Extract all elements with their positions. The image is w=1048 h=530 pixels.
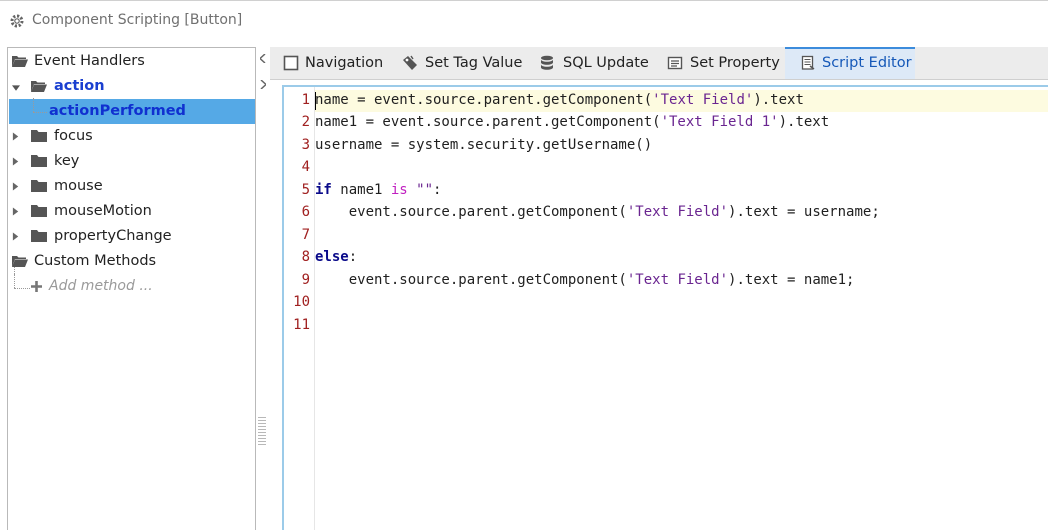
chevron-right-icon[interactable] [12,207,20,216]
tree-item-custom-methods[interactable]: Custom Methods [8,249,255,274]
chevron-down-icon[interactable] [12,84,20,93]
code-line[interactable]: if name1 is "": [315,182,441,198]
folder-icon [31,205,47,217]
line-number: 5 [301,182,310,198]
code-line[interactable]: name = event.source.parent.getComponent(… [315,92,804,108]
tab-set-tag-value[interactable]: Set Tag Value [392,47,522,79]
chevron-left-icon[interactable] [260,54,266,63]
tag-icon [403,55,417,70]
tab-script-editor[interactable]: Script Editor [785,47,915,79]
chevron-right-icon[interactable] [12,232,20,241]
chevron-right-icon[interactable] [12,182,20,191]
plus-icon [31,281,42,292]
line-number: 2 [301,114,310,130]
chevron-right-icon[interactable] [12,132,20,141]
tree-item-action[interactable]: action [8,74,255,99]
tree-item-mouse[interactable]: mouse [8,174,255,199]
script-icon [801,55,815,70]
action-tab-bar: Navigation Set Tag Value SQL Update Set … [270,47,1048,80]
splitter-collapse-buttons[interactable] [257,52,269,92]
tree-item-property-change[interactable]: propertyChange [8,224,255,249]
add-method-link[interactable]: Add method ... [8,274,255,299]
folder-icon [31,130,47,142]
folder-icon [31,180,47,192]
tree-item-key[interactable]: key [8,149,255,174]
folder-open-icon [31,81,47,92]
tab-set-property[interactable]: Set Property [658,47,783,79]
tree-item-action-performed[interactable]: actionPerformed [8,99,255,124]
code-line[interactable]: name1 = event.source.parent.getComponent… [315,114,829,130]
chevron-right-icon[interactable] [260,80,266,89]
line-number: 8 [301,249,310,265]
folder-icon [31,155,47,167]
line-number: 6 [301,204,310,220]
code-line[interactable]: username = system.security.getUsername() [315,137,652,153]
folder-open-icon [12,256,28,267]
code-line[interactable]: else: [315,249,357,265]
script-editor[interactable]: 1 2 3 4 5 6 7 8 9 10 11 name = event.sou… [282,85,1048,530]
database-icon [541,55,553,70]
property-icon [667,56,683,70]
code-line[interactable]: event.source.parent.getComponent('Text F… [315,272,855,288]
tab-navigation[interactable]: Navigation [270,47,390,79]
gear-icon [10,14,24,28]
folder-icon [31,230,47,242]
checkbox-icon [283,55,299,71]
line-number-gutter: 1 2 3 4 5 6 7 8 9 10 11 [284,87,315,530]
folder-open-icon [12,56,28,67]
line-number: 7 [301,227,310,243]
tree-item-mouse-motion[interactable]: mouseMotion [8,199,255,224]
splitter-grip[interactable] [258,417,266,447]
line-number: 11 [293,317,310,333]
window-title-bar: Component Scripting [Button] [0,0,1048,42]
chevron-right-icon[interactable] [12,157,20,166]
line-number: 3 [301,137,310,153]
tree-item-focus[interactable]: focus [8,124,255,149]
code-line[interactable]: event.source.parent.getComponent('Text F… [315,204,880,220]
line-number: 9 [301,272,310,288]
tree-item-event-handlers[interactable]: Event Handlers [8,49,255,74]
line-number: 1 [301,92,310,108]
tab-sql-update[interactable]: SQL Update [530,47,649,79]
window-title: Component Scripting [Button] [32,12,243,28]
line-number: 10 [293,294,310,310]
line-number: 4 [301,159,310,175]
event-handler-tree[interactable]: Event Handlers action actionPerformed fo… [7,47,256,530]
